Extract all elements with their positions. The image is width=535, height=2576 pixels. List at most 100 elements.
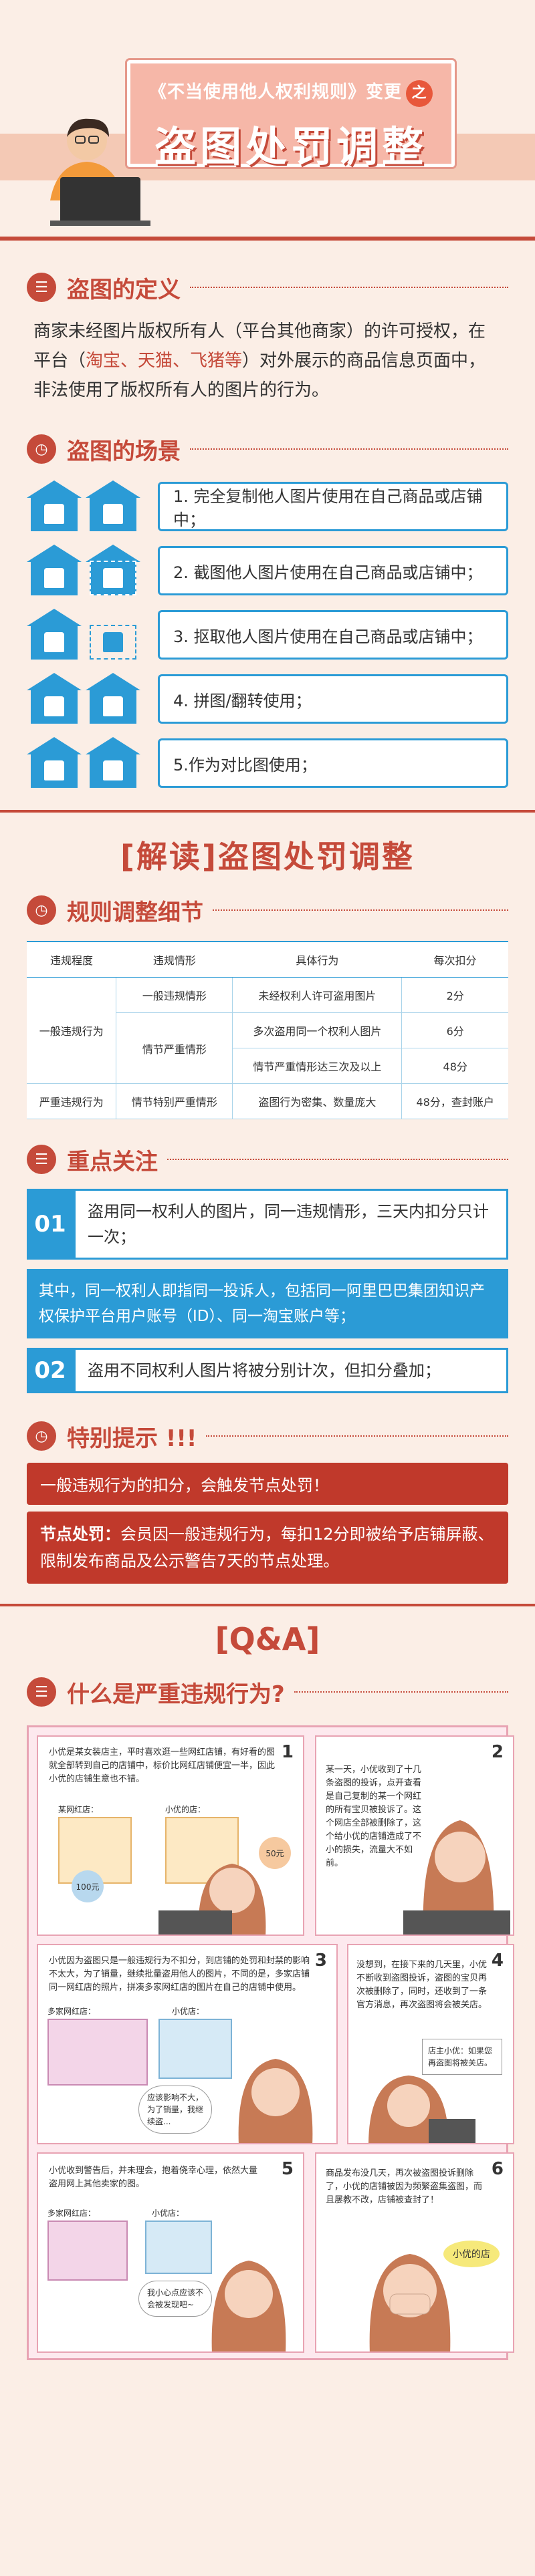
section-rule <box>190 448 508 450</box>
shop-label: 某网红店： <box>58 1805 99 1814</box>
qa-heading: 什么是严重违规行为? <box>67 1681 285 1708</box>
scenes-section: ◷ 盗图的场景 1. 完全复制他人图片使用在自己商品或店铺中； 2. 截图他人图… <box>0 405 535 790</box>
table-cell: 2分 <box>401 977 508 1013</box>
girl-illustration <box>368 2076 475 2143</box>
notice-node: 节点处罚：会员因一般违规行为，每扣12分即被给予店铺屏蔽、限制发布商品及公示警告… <box>27 1512 508 1584</box>
scene-item: 3. 抠取他人图片使用在自己商品或店铺中； <box>27 608 508 662</box>
panel-number: 1 <box>281 1742 294 1762</box>
table-header: 具体行为 <box>232 941 402 978</box>
rules-title: 规则调整细节 <box>67 899 203 926</box>
focus-detail: 其中，同一权利人即指同一投诉人，包括同一阿里巴巴集团知识产权保护平台用户账号（I… <box>27 1269 508 1338</box>
table-cell: 严重违规行为 <box>27 1083 117 1119</box>
girl-illustration <box>403 1820 510 1935</box>
section-rule <box>294 1691 508 1693</box>
comic-panel: 3 小优因为盗图只是一般违规行为不扣分，到店铺的处罚和封禁的影响不太大，为了销量… <box>37 1944 338 2144</box>
table-cell: 盗图行为密集、数量庞大 <box>232 1083 403 1119</box>
table-cell: 情节严重情形达三次及以上 <box>232 1048 403 1084</box>
definition-header: ☰ 盗图的定义 <box>27 267 508 307</box>
definition-title: 盗图的定义 <box>67 276 181 303</box>
scene-text: 1. 完全复制他人图片使用在自己商品或店铺中； <box>158 482 508 531</box>
panel-caption: 小优是某女装店主，平时喜欢逛一些网红店铺，有好看的图就全部转到自己的店铺中，标价… <box>49 1747 276 1784</box>
scene-item: 5.作为对比图使用； <box>27 736 508 790</box>
panel-number: 6 <box>491 2159 504 2179</box>
comic-panel: 4 没想到，在接下来的几天里，小优不断收到盗图投诉，盗图的宝贝再次被删除了，同时… <box>347 1944 514 2144</box>
focus-text: 盗用同一权利人的图片，同一违规情形，三天内扣分只计一次； <box>74 1189 508 1260</box>
scene-icons <box>27 609 147 661</box>
product-card <box>47 2221 128 2281</box>
girl-illustration <box>158 1864 266 1935</box>
scene-item: 2. 截图他人图片使用在自己商品或店铺中； <box>27 544 508 597</box>
hero-subtitle: 《不当使用他人权利规则》变更之 <box>144 78 438 107</box>
qa-header: ☰ 什么是严重违规行为? <box>27 1672 508 1712</box>
table-cell: 未经权利人许可盗用图片 <box>232 977 403 1013</box>
hero-subtitle-text: 《不当使用他人权利规则》变更 <box>148 82 402 102</box>
shop-label: 小优的店： <box>165 1805 206 1814</box>
table-header: 每次扣分 <box>401 941 508 978</box>
qa-title: [Q&A] <box>215 1621 320 1657</box>
page: 《不当使用他人权利规则》变更之 盗图处罚调整 ☰ 盗图的定义 商家未经图片版权所… <box>0 0 535 2576</box>
table-header-row: 违规程度 违规情形 具体行为 每次扣分 <box>27 941 508 978</box>
table-cell: 6分 <box>401 1012 508 1048</box>
table-cell: 48分，查封账户 <box>401 1083 508 1119</box>
rules-table: 违规程度 违规情形 具体行为 每次扣分 一般违规行为 一般违规情形 未经权利人许… <box>27 941 508 1119</box>
hero-banner: 《不当使用他人权利规则》变更之 盗图处罚调整 <box>0 0 535 241</box>
focus-section: ☰ 重点关注 01 盗用同一权利人的图片，同一违规情形，三天内扣分只计一次； 其… <box>0 1119 535 1393</box>
crying-girl-illustration <box>369 2254 451 2351</box>
clock-icon: ◷ <box>27 1421 56 1451</box>
table-cell: 一般违规情形 <box>116 977 233 1013</box>
shop-label: 小优店： <box>152 2208 185 2218</box>
panel-number: 3 <box>314 1951 327 1971</box>
hero-title-board: 《不当使用他人权利规则》变更之 盗图处罚调整 <box>127 60 455 171</box>
table-cell: 多次盗用同一个权利人图片 <box>232 1012 403 1048</box>
scene-icons <box>27 545 147 597</box>
flipped-store-icon <box>86 673 140 725</box>
table-cell: 48分 <box>401 1048 508 1084</box>
scene-text: 3. 抠取他人图片使用在自己商品或店铺中； <box>158 610 508 660</box>
store-shirt-icon <box>86 737 140 789</box>
panel-caption: 没想到，在接下来的几天里，小优不断收到盗图投诉，盗图的宝贝再次被删除了，同时，还… <box>356 1960 488 2010</box>
section-rule <box>167 1159 508 1160</box>
hero-subtitle-mark: 之 <box>406 80 433 107</box>
list-icon: ☰ <box>27 1145 56 1174</box>
focus-number: 02 <box>27 1348 74 1393</box>
rules-section: ◷ 规则调整细节 违规程度 违规情形 具体行为 每次扣分 一般违规行为 一般违规… <box>0 890 535 1119</box>
focus-item-2: 02 盗用不同权利人图片将被分别计次，但扣分叠加； <box>27 1348 508 1393</box>
focus-item-1: 01 盗用同一权利人的图片，同一违规情形，三天内扣分只计一次； <box>27 1189 508 1260</box>
scene-item: 4. 拼图/翻转使用； <box>27 672 508 726</box>
scenes-title: 盗图的场景 <box>67 438 181 465</box>
comic-panel: 2 某一天，小优收到了十几条盗图的投诉，点开查看是自己复制的某一个网红的所有宝贝… <box>315 1735 514 1936</box>
clock-icon: ◷ <box>27 434 56 464</box>
price-badge: 100元 <box>72 1870 104 1902</box>
panel-number: 2 <box>491 1742 504 1762</box>
comic-panel: 6 商品发布没几天，再次被盗图投诉删除了，小优的店铺被因为频繁盗集盗图，而且屡教… <box>315 2152 514 2353</box>
notice-section: ◷ 特别提示 !!! 一般违规行为的扣分，会触发节点处罚！ 节点处罚：会员因一般… <box>0 1403 535 1584</box>
table-header: 违规程度 <box>27 941 116 978</box>
store-shirt-icon <box>27 545 82 597</box>
store-shirt-icon <box>27 673 82 725</box>
scene-icons <box>27 673 147 725</box>
focus-header: ☰ 重点关注 <box>27 1139 508 1179</box>
cutout-shirt-icon <box>86 609 140 661</box>
shop-label: 多家网红店： <box>47 2208 96 2218</box>
list-icon: ☰ <box>27 1677 56 1707</box>
section-rule <box>190 287 508 288</box>
scene-text: 5.作为对比图使用； <box>158 738 508 788</box>
girl-illustration <box>211 2261 286 2351</box>
notice-line: 一般违规行为的扣分，会触发节点处罚！ <box>27 1463 508 1505</box>
table-cell: 情节特别严重情形 <box>116 1083 233 1119</box>
interpret-title: [解读]盗图处罚调整 <box>120 839 415 875</box>
scene-item: 1. 完全复制他人图片使用在自己商品或店铺中； <box>27 480 508 533</box>
panel-number: 4 <box>491 1951 504 1971</box>
list-icon: ☰ <box>27 273 56 302</box>
store-shirt-icon <box>27 737 82 789</box>
comic-strip: 1 小优是某女装店主，平时喜欢逛一些网红店铺，有好看的图就全部转到自己的店铺中，… <box>27 1725 514 2360</box>
product-card <box>47 2019 148 2086</box>
focus-title: 重点关注 <box>67 1148 158 1175</box>
scene-text: 4. 拼图/翻转使用； <box>158 674 508 724</box>
notice-header: ◷ 特别提示 !!! <box>27 1416 508 1456</box>
panel-caption: 小优收到警告后，并未理会，抱着侥幸心理，依然大量盗用网上其他卖家的图。 <box>49 2166 258 2189</box>
speech-bubble: 应该影响不大，为了销量，我继续盗... <box>138 2086 212 2134</box>
store-shirt-icon <box>27 480 82 533</box>
shop-label: 多家网红店： <box>47 2007 96 2016</box>
notice-title: 特别提示 !!! <box>67 1425 197 1452</box>
